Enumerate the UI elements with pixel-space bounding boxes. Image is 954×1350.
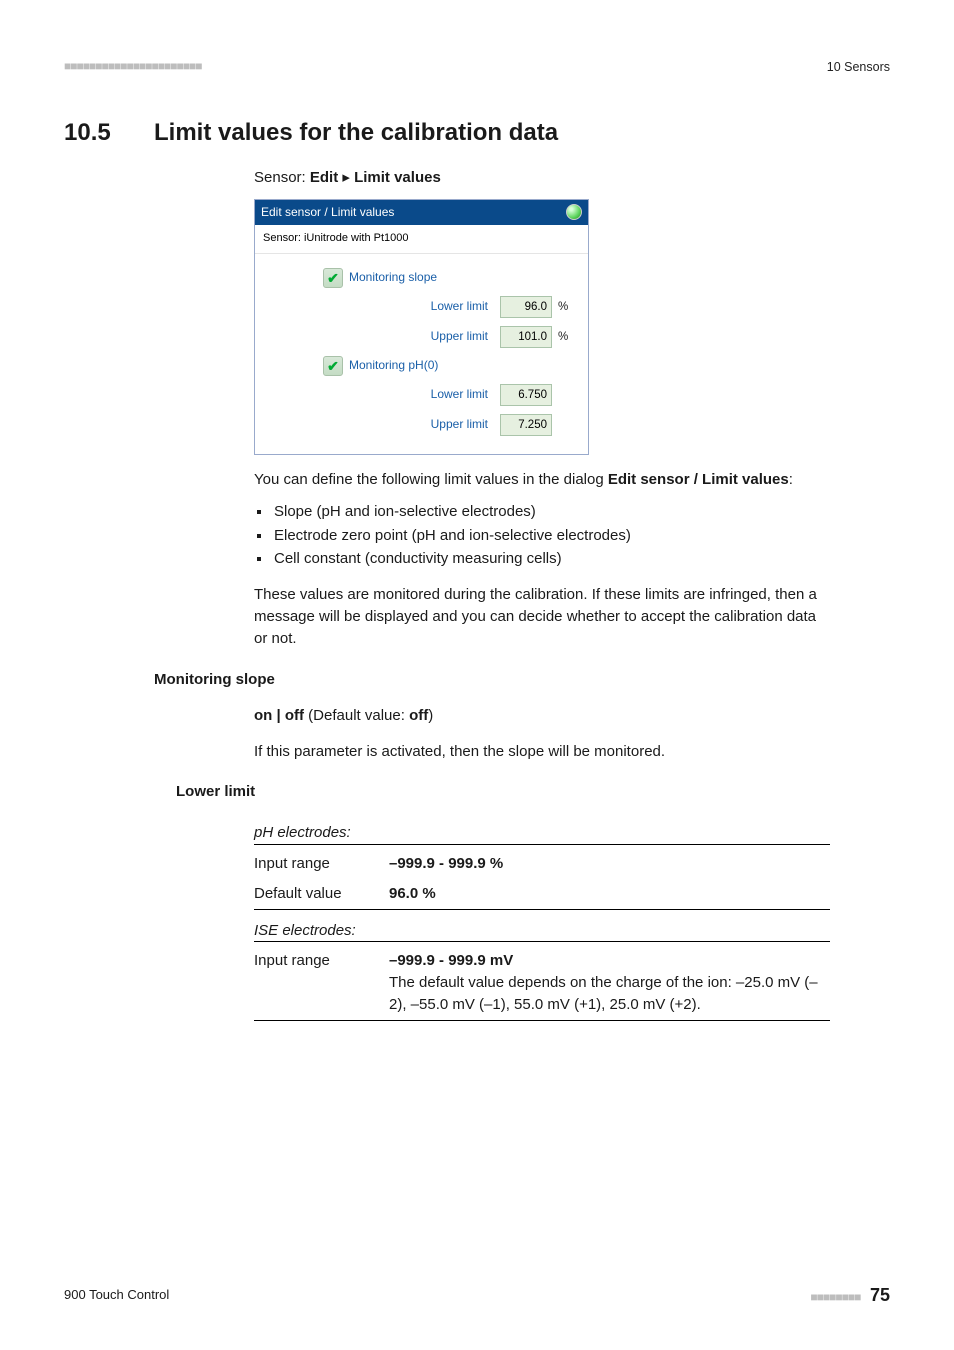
breadcrumb-prefix: Sensor: [254,169,310,186]
ise-electrodes-label: ISE electrodes: [254,920,830,942]
breadcrumb-sep: ▸ [338,169,354,186]
footer-product: 900 Touch Control [64,1286,169,1305]
ise-default-note: The default value depends on the charge … [389,974,818,1013]
table-row: Default value 96.0 % [254,879,830,909]
ph0-upper-label: Upper limit [263,416,494,433]
slope-lower-unit: % [558,299,580,316]
monitoring-slope-label: Monitoring slope [349,269,437,286]
monitoring-slope-checkbox[interactable]: ✔ [323,268,343,288]
monitoring-ph0-label: Monitoring pH(0) [349,357,438,374]
ph-spec-table: Input range –999.9 - 999.9 % Default val… [254,849,830,909]
table-row: Input range –999.9 - 999.9 % [254,849,830,879]
decorative-dots-footer: ■■■■■■■■ [810,1290,860,1304]
limits-bullets: Slope (pH and ion-selective electrodes) … [272,501,830,570]
section-number: 10.5 [64,116,154,151]
breadcrumb-edit: Edit [310,169,338,186]
slope-upper-label: Upper limit [263,328,494,345]
section-heading: 10.5Limit values for the calibration dat… [64,116,890,151]
list-item: Electrode zero point (pH and ion-selecti… [272,525,830,547]
ph-default-val: 96.0 % [389,885,436,902]
ise-input-range-val: –999.9 - 999.9 mV [389,952,513,969]
slope-upper-unit: % [558,329,580,346]
breadcrumb-limit: Limit values [354,169,441,186]
table-row: Input range –999.9 - 999.9 mV The defaul… [254,946,830,1019]
monitoring-slope-desc: If this parameter is activated, then the… [254,741,830,763]
monitoring-slope-values: on | off (Default value: off) [254,705,830,727]
ph0-lower-label: Lower limit [263,386,494,403]
panel-title: Edit sensor / Limit values [261,204,394,221]
ph-input-range-key: Input range [254,849,389,879]
chapter-ref: 10 Sensors [827,58,890,76]
panel-sensor-line: Sensor: iUnitrode with Pt1000 [255,225,588,254]
breadcrumb: Sensor: Edit ▸ Limit values [254,167,830,189]
ph-electrodes-label: pH electrodes: [254,822,830,844]
slope-upper-input[interactable]: 101.0 [500,326,552,348]
ise-input-range-key: Input range [254,946,389,1019]
limit-values-panel: Edit sensor / Limit values Sensor: iUnit… [254,199,589,455]
page-number: 75 [870,1285,890,1305]
monitoring-slope-heading: Monitoring slope [154,669,890,691]
status-led-icon [566,204,582,220]
ph-input-range-val: –999.9 - 999.9 % [389,855,503,872]
decorative-dots-top: ■■■■■■■■■■■■■■■■■■■■■■ [64,58,201,75]
monitoring-paragraph: These values are monitored during the ca… [254,584,830,649]
ise-spec-table: Input range –999.9 - 999.9 mV The defaul… [254,946,830,1019]
list-item: Cell constant (conductivity measuring ce… [272,548,830,570]
ph0-lower-input[interactable]: 6.750 [500,384,552,406]
lower-limit-heading: Lower limit [176,781,890,803]
slope-lower-input[interactable]: 96.0 [500,296,552,318]
section-title: Limit values for the calibration data [154,119,558,146]
ph-default-key: Default value [254,879,389,909]
monitoring-ph0-checkbox[interactable]: ✔ [323,356,343,376]
intro-paragraph: You can define the following limit value… [254,469,830,491]
ph0-upper-input[interactable]: 7.250 [500,414,552,436]
slope-lower-label: Lower limit [263,298,494,315]
list-item: Slope (pH and ion-selective electrodes) [272,501,830,523]
